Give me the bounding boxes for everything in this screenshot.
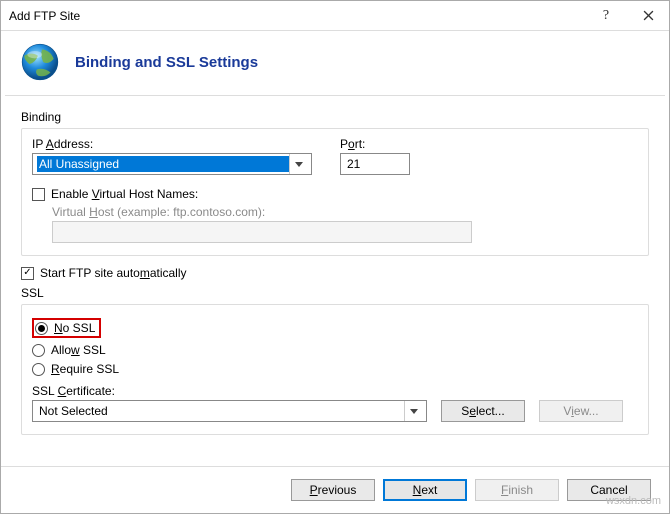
allow-ssl-label: Allow SSL <box>51 343 106 357</box>
ip-address-select[interactable]: All Unassigned <box>32 153 312 175</box>
close-button[interactable] <box>627 1 669 31</box>
wizard-header: Binding and SSL Settings <box>1 31 669 95</box>
help-button[interactable]: ? <box>585 1 627 31</box>
chevron-down-icon <box>289 154 307 174</box>
require-ssl-label: Require SSL <box>51 362 119 376</box>
globe-icon <box>19 41 61 83</box>
chevron-down-icon <box>404 401 422 421</box>
dialog-window: Add FTP Site ? Binding and SSL Settings <box>0 0 670 514</box>
ssl-group: No SSL Allow SSL Require SSL SSL Certifi… <box>21 304 649 435</box>
start-auto-label: Start FTP site automatically <box>40 266 187 280</box>
ip-address-value: All Unassigned <box>37 156 289 172</box>
no-ssl-radio[interactable] <box>35 322 48 335</box>
ssl-cert-value: Not Selected <box>37 403 404 419</box>
no-ssl-highlight: No SSL <box>32 318 101 338</box>
binding-group: IP Address: All Unassigned Port: <box>21 128 649 256</box>
start-auto-row: Start FTP site automatically <box>21 266 649 280</box>
close-icon <box>643 10 654 21</box>
window-title: Add FTP Site <box>9 9 585 23</box>
ssl-cert-select[interactable]: Not Selected <box>32 400 427 422</box>
vhost-label: Virtual Host (example: ftp.contoso.com): <box>52 205 638 219</box>
finish-button: Finish <box>475 479 559 501</box>
no-ssl-label: No SSL <box>54 321 95 335</box>
port-label: Port: <box>340 137 410 151</box>
title-bar: Add FTP Site ? <box>1 1 669 31</box>
watermark: wsxdn.com <box>606 495 661 507</box>
ssl-group-label: SSL <box>21 286 649 300</box>
ssl-cert-label: SSL Certificate: <box>32 384 638 398</box>
require-ssl-radio[interactable] <box>32 363 45 376</box>
enable-vhost-checkbox[interactable] <box>32 188 45 201</box>
ip-address-label: IP Address: <box>32 137 312 151</box>
view-cert-button: View... <box>539 400 623 422</box>
wizard-footer: Previous Next Finish Cancel <box>1 466 669 513</box>
previous-button[interactable]: Previous <box>291 479 375 501</box>
start-auto-checkbox[interactable] <box>21 267 34 280</box>
vhost-input <box>52 221 472 243</box>
next-button[interactable]: Next <box>383 479 467 501</box>
content-area: Binding IP Address: All Unassigned <box>1 96 669 466</box>
page-title: Binding and SSL Settings <box>75 54 258 71</box>
enable-vhost-label: Enable Virtual Host Names: <box>51 187 198 201</box>
allow-ssl-radio[interactable] <box>32 344 45 357</box>
binding-group-label: Binding <box>21 110 649 124</box>
port-input[interactable] <box>340 153 410 175</box>
select-cert-button[interactable]: Select... <box>441 400 525 422</box>
